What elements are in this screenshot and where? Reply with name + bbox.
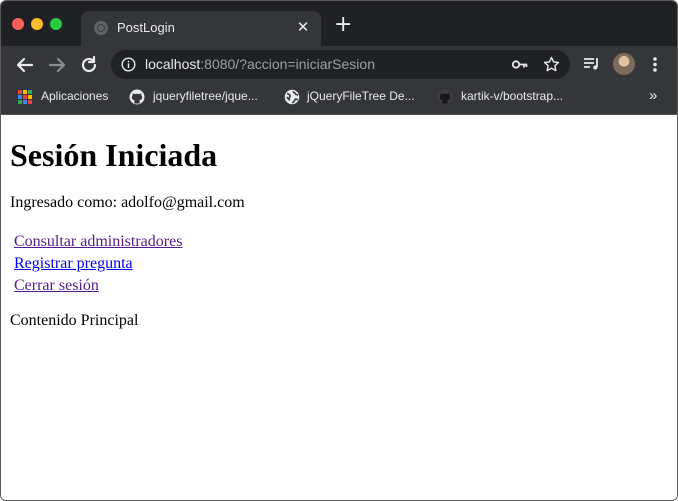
url-path: :8080/?accion=iniciarSesion (200, 56, 375, 72)
github-icon (437, 89, 453, 105)
bookmarks-overflow-chevron-icon[interactable]: » (649, 87, 657, 104)
github-icon (129, 89, 145, 105)
more-menu-icon[interactable] (651, 56, 659, 73)
media-queue-icon[interactable] (583, 56, 601, 72)
address-bar[interactable]: localhost:8080/?accion=iniciarSesion (111, 50, 570, 79)
url-text[interactable]: localhost:8080/?accion=iniciarSesion (145, 56, 375, 72)
globe-icon (284, 89, 300, 105)
reload-icon[interactable] (78, 54, 100, 76)
key-icon[interactable] (511, 57, 529, 72)
minimize-window-button[interactable] (31, 18, 43, 30)
close-tab-icon[interactable]: ✕ (295, 19, 311, 35)
new-tab-button[interactable]: + (334, 14, 352, 36)
tab-strip: PostLogin ✕ + (1, 1, 677, 46)
maximize-window-button[interactable] (50, 18, 62, 30)
url-host: localhost (145, 56, 201, 72)
bookmark-label: kartik-v/bootstrap... (461, 89, 564, 103)
bookmark-aplicaciones[interactable]: Aplicaciones (18, 89, 118, 107)
apps-grid-icon (18, 90, 32, 104)
info-icon[interactable] (121, 57, 136, 72)
tab-postlogin[interactable]: PostLogin ✕ (81, 11, 321, 46)
cerrar-sesion-link[interactable]: Cerrar sesión (14, 275, 182, 297)
registrar-pregunta-link[interactable]: Registrar pregunta (14, 253, 182, 275)
close-window-button[interactable] (12, 18, 24, 30)
bookmark-label: jQueryFileTree De... (307, 89, 415, 103)
bookmark-star-icon[interactable] (543, 56, 560, 73)
page-title: Sesión Iniciada (10, 137, 218, 173)
logged-in-text: Ingresado como: adolfo@gmail.com (10, 194, 245, 211)
browser-window: PostLogin ✕ + localhost:8080/?accion=ini… (0, 0, 678, 501)
back-arrow-icon[interactable] (14, 54, 36, 76)
forward-arrow-icon[interactable] (46, 54, 68, 76)
main-content-text: Contenido Principal (10, 312, 139, 329)
bookmark-jqueryfiletree-demo[interactable]: jQueryFileTree De... (284, 89, 419, 107)
bookmarks-bar: Aplicaciones jqueryfiletree/jque... jQue… (1, 83, 677, 115)
bookmark-label: jqueryfiletree/jque... (153, 89, 258, 103)
bookmark-jqueryfiletree-github[interactable]: jqueryfiletree/jque... (129, 89, 269, 107)
consultar-administradores-link[interactable]: Consultar administradores (14, 231, 182, 253)
tab-title: PostLogin (117, 20, 175, 35)
profile-avatar[interactable] (613, 53, 635, 75)
page-content: Sesión Iniciada Ingresado como: adolfo@g… (1, 115, 677, 500)
browser-toolbar: localhost:8080/?accion=iniciarSesion (1, 46, 677, 83)
bookmark-kartik-bootstrap[interactable]: kartik-v/bootstrap... (437, 89, 582, 107)
globe-icon (94, 21, 108, 35)
bookmark-label: Aplicaciones (41, 89, 109, 103)
user-menu: Consultar administradores Registrar preg… (14, 231, 182, 297)
